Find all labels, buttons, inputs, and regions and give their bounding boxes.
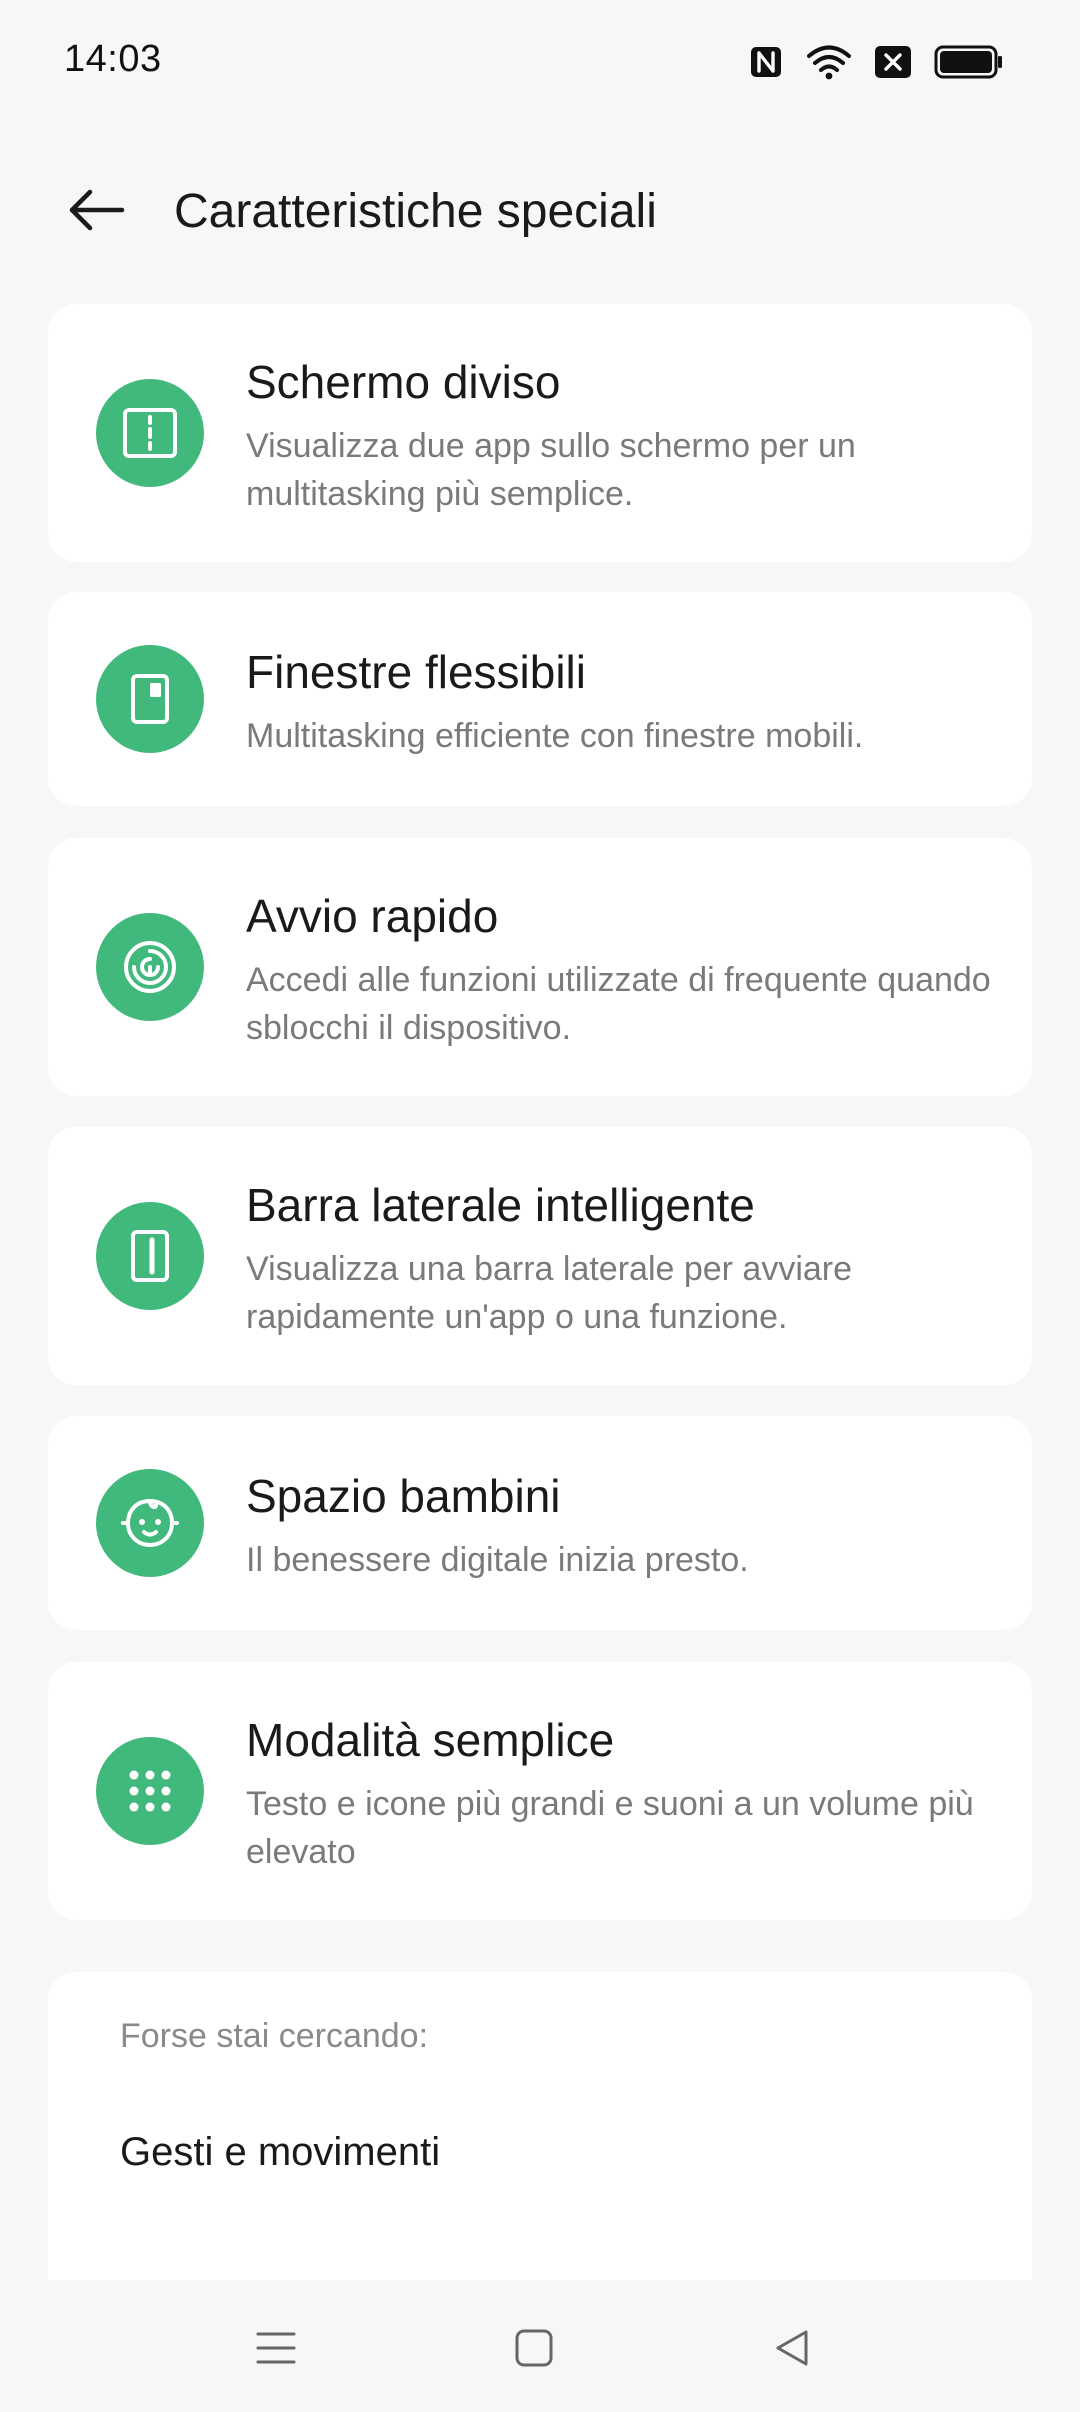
feature-card-simple-mode[interactable]: Modalità semplice Testo e icone più gran…	[48, 1662, 1032, 1920]
feature-card-kids-space[interactable]: Spazio bambini Il benessere digitale ini…	[48, 1416, 1032, 1630]
feature-title: Schermo diviso	[246, 356, 561, 408]
feature-subtitle: Accedi alle funzioni utilizzate di frequ…	[246, 961, 991, 1047]
nfc-icon	[748, 44, 784, 80]
no-sim-icon	[874, 45, 912, 79]
app-bar: Caratteristiche speciali	[0, 160, 1080, 260]
status-icons	[748, 40, 1004, 84]
feature-card-split-screen[interactable]: Schermo diviso Visualizza due app sullo …	[48, 304, 1032, 562]
suggestions-heading: Forse stai cercando:	[120, 2017, 429, 2055]
feature-subtitle: Multitasking efficiente con finestre mob…	[246, 717, 864, 755]
home-icon	[514, 2328, 554, 2373]
home-button[interactable]	[504, 2320, 564, 2380]
wifi-icon	[806, 43, 852, 81]
feature-card-quick-launch[interactable]: Avvio rapido Accedi alle funzioni utiliz…	[48, 838, 1032, 1096]
arrow-left-icon	[64, 188, 128, 237]
menu-button[interactable]	[246, 2320, 306, 2380]
feature-title: Barra laterale intelligente	[246, 1179, 755, 1231]
feature-card-flexible-windows[interactable]: Finestre flessibili Multitasking efficie…	[48, 592, 1032, 806]
navigation-bar	[0, 2280, 1080, 2412]
feature-card-smart-sidebar[interactable]: Barra laterale intelligente Visualizza u…	[48, 1127, 1032, 1385]
feature-subtitle: Visualizza una barra laterale per avviar…	[246, 1250, 853, 1336]
suggestion-item-gestures[interactable]: Gesti e movimenti	[120, 2124, 440, 2180]
feature-title: Modalità semplice	[246, 1714, 615, 1766]
feature-subtitle: Visualizza due app sullo schermo per un …	[246, 427, 856, 513]
battery-icon	[934, 45, 1004, 79]
feature-subtitle: Il benessere digitale inizia presto.	[246, 1541, 749, 1579]
back-nav-button[interactable]	[762, 2320, 822, 2380]
feature-title: Finestre flessibili	[246, 646, 586, 698]
feature-subtitle: Testo e icone più grandi e suoni a un vo…	[246, 1785, 974, 1871]
sidebar-icon	[96, 1202, 204, 1310]
back-button[interactable]	[56, 180, 136, 244]
status-time: 14:03	[64, 38, 162, 80]
back-triangle-icon	[772, 2328, 812, 2373]
menu-icon	[256, 2330, 296, 2371]
baby-face-icon	[96, 1469, 204, 1577]
flexible-window-icon	[96, 645, 204, 753]
split-screen-icon	[96, 379, 204, 487]
page-title: Caratteristiche speciali	[174, 185, 657, 238]
feature-title: Spazio bambini	[246, 1470, 561, 1522]
status-bar: 14:03	[0, 0, 1080, 120]
feature-title: Avvio rapido	[246, 890, 499, 942]
dots-grid-icon	[96, 1737, 204, 1845]
fingerprint-icon	[96, 913, 204, 1021]
